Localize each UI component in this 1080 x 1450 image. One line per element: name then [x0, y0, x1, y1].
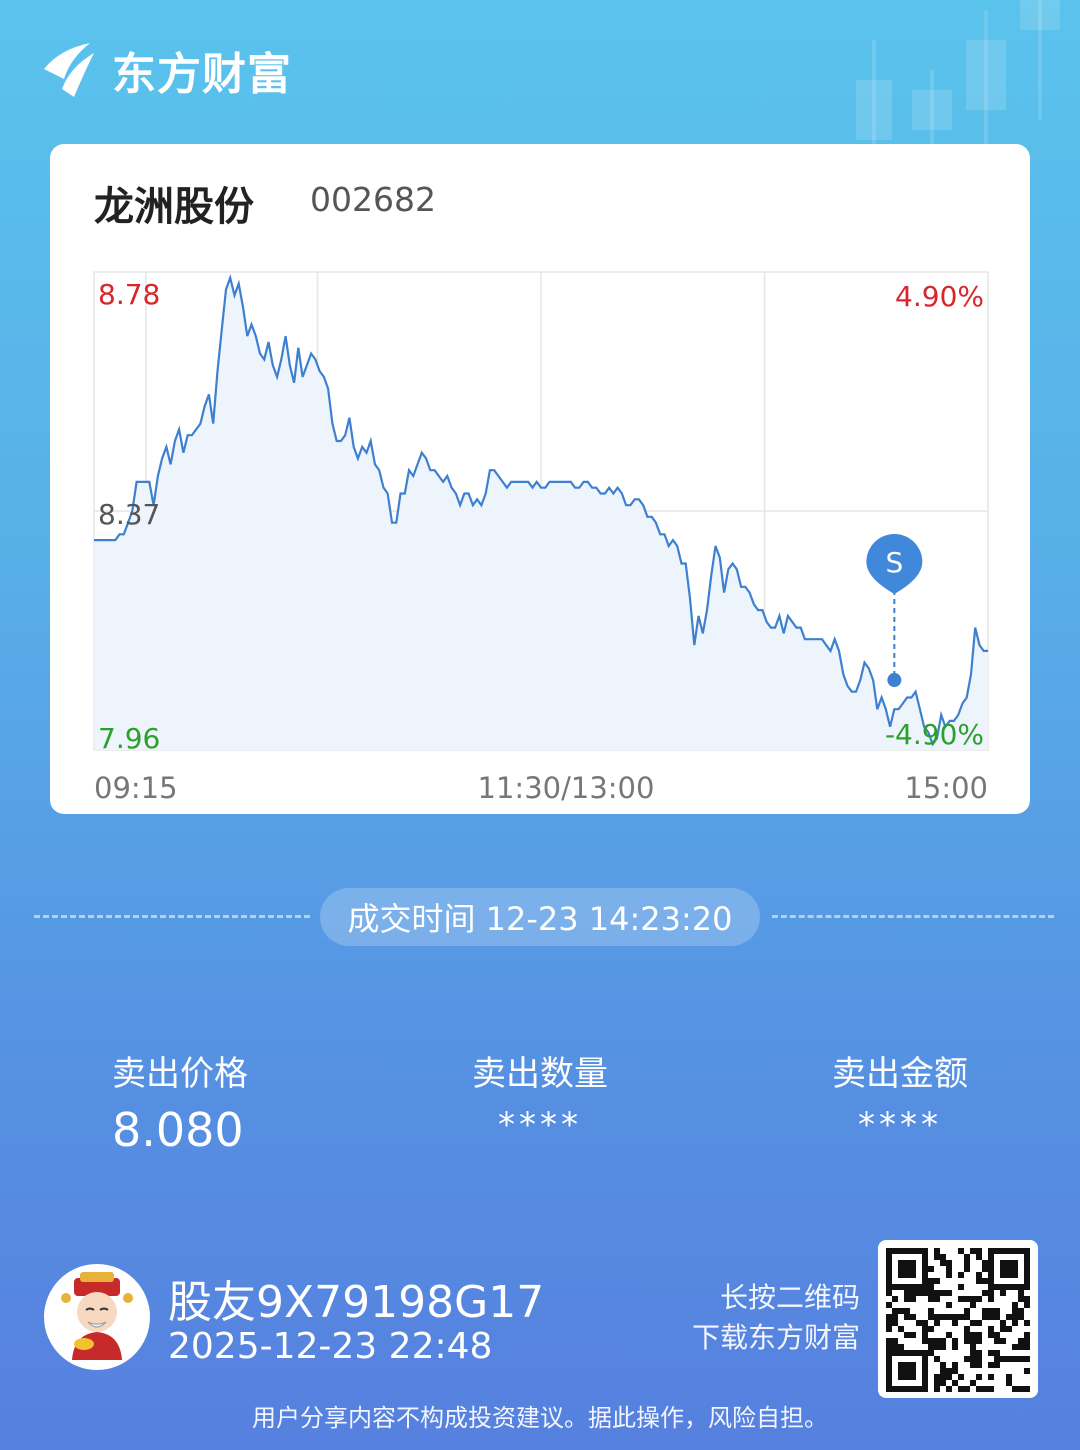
y-tick-high: 8.78	[98, 278, 160, 311]
x-tick-midday: 11:30/13:00	[478, 771, 655, 805]
qr-hint-line2: 下载东方财富	[691, 1321, 860, 1354]
divider-left	[34, 915, 310, 918]
stat-label: 卖出金额	[832, 1054, 968, 1094]
disclaimer: 用户分享内容不构成投资建议。据此操作，风险自担。	[252, 1404, 828, 1432]
sell-marker-label: S	[885, 546, 903, 579]
y-tick-low: 7.96	[98, 722, 160, 755]
user-name: 股友9X79198G17	[168, 1277, 545, 1328]
brand-name: 东方财富	[112, 49, 292, 100]
qr-hint-line1: 长按二维码	[719, 1281, 860, 1314]
y-tick-prev-close: 8.37	[98, 498, 160, 531]
y-tick-pct-high: 4.90%	[895, 280, 984, 313]
brand-header: 东方财富	[40, 38, 292, 102]
qr-code-icon[interactable]	[878, 1240, 1038, 1398]
stat-value-masked: ****	[858, 1105, 942, 1145]
stat-sell-amount: 卖出金额 ****	[740, 1046, 1060, 1145]
stat-value-masked: ****	[498, 1105, 582, 1145]
stock-chart-card[interactable]: 龙洲股份 002682 S 8.78 8.37 7.96 4.90% -4.90% 09:…	[50, 144, 1030, 814]
trade-time: 成交时间 12-23 14:23:20	[347, 900, 733, 938]
trade-time-pill: 成交时间 12-23 14:23:20	[320, 888, 760, 946]
y-tick-pct-low: -4.90%	[885, 718, 984, 751]
intraday-line-chart: S 8.78 8.37 7.96 4.90% -4.90% 09:15 11:30/13:0…	[93, 271, 989, 805]
marker-point	[887, 673, 902, 688]
stat-sell-quantity: 卖出数量 ****	[380, 1046, 700, 1145]
share-time: 2025-12-23 22:48	[168, 1326, 493, 1367]
eastmoney-logo-icon	[44, 43, 94, 97]
divider-right	[772, 915, 1054, 918]
caishen-avatar-icon[interactable]	[44, 1264, 150, 1370]
stat-label: 卖出数量	[472, 1054, 608, 1094]
x-tick-close: 15:00	[904, 771, 988, 805]
qr-hint: 长按二维码 下载东方财富	[660, 1278, 860, 1358]
x-tick-open: 09:15	[94, 771, 178, 805]
